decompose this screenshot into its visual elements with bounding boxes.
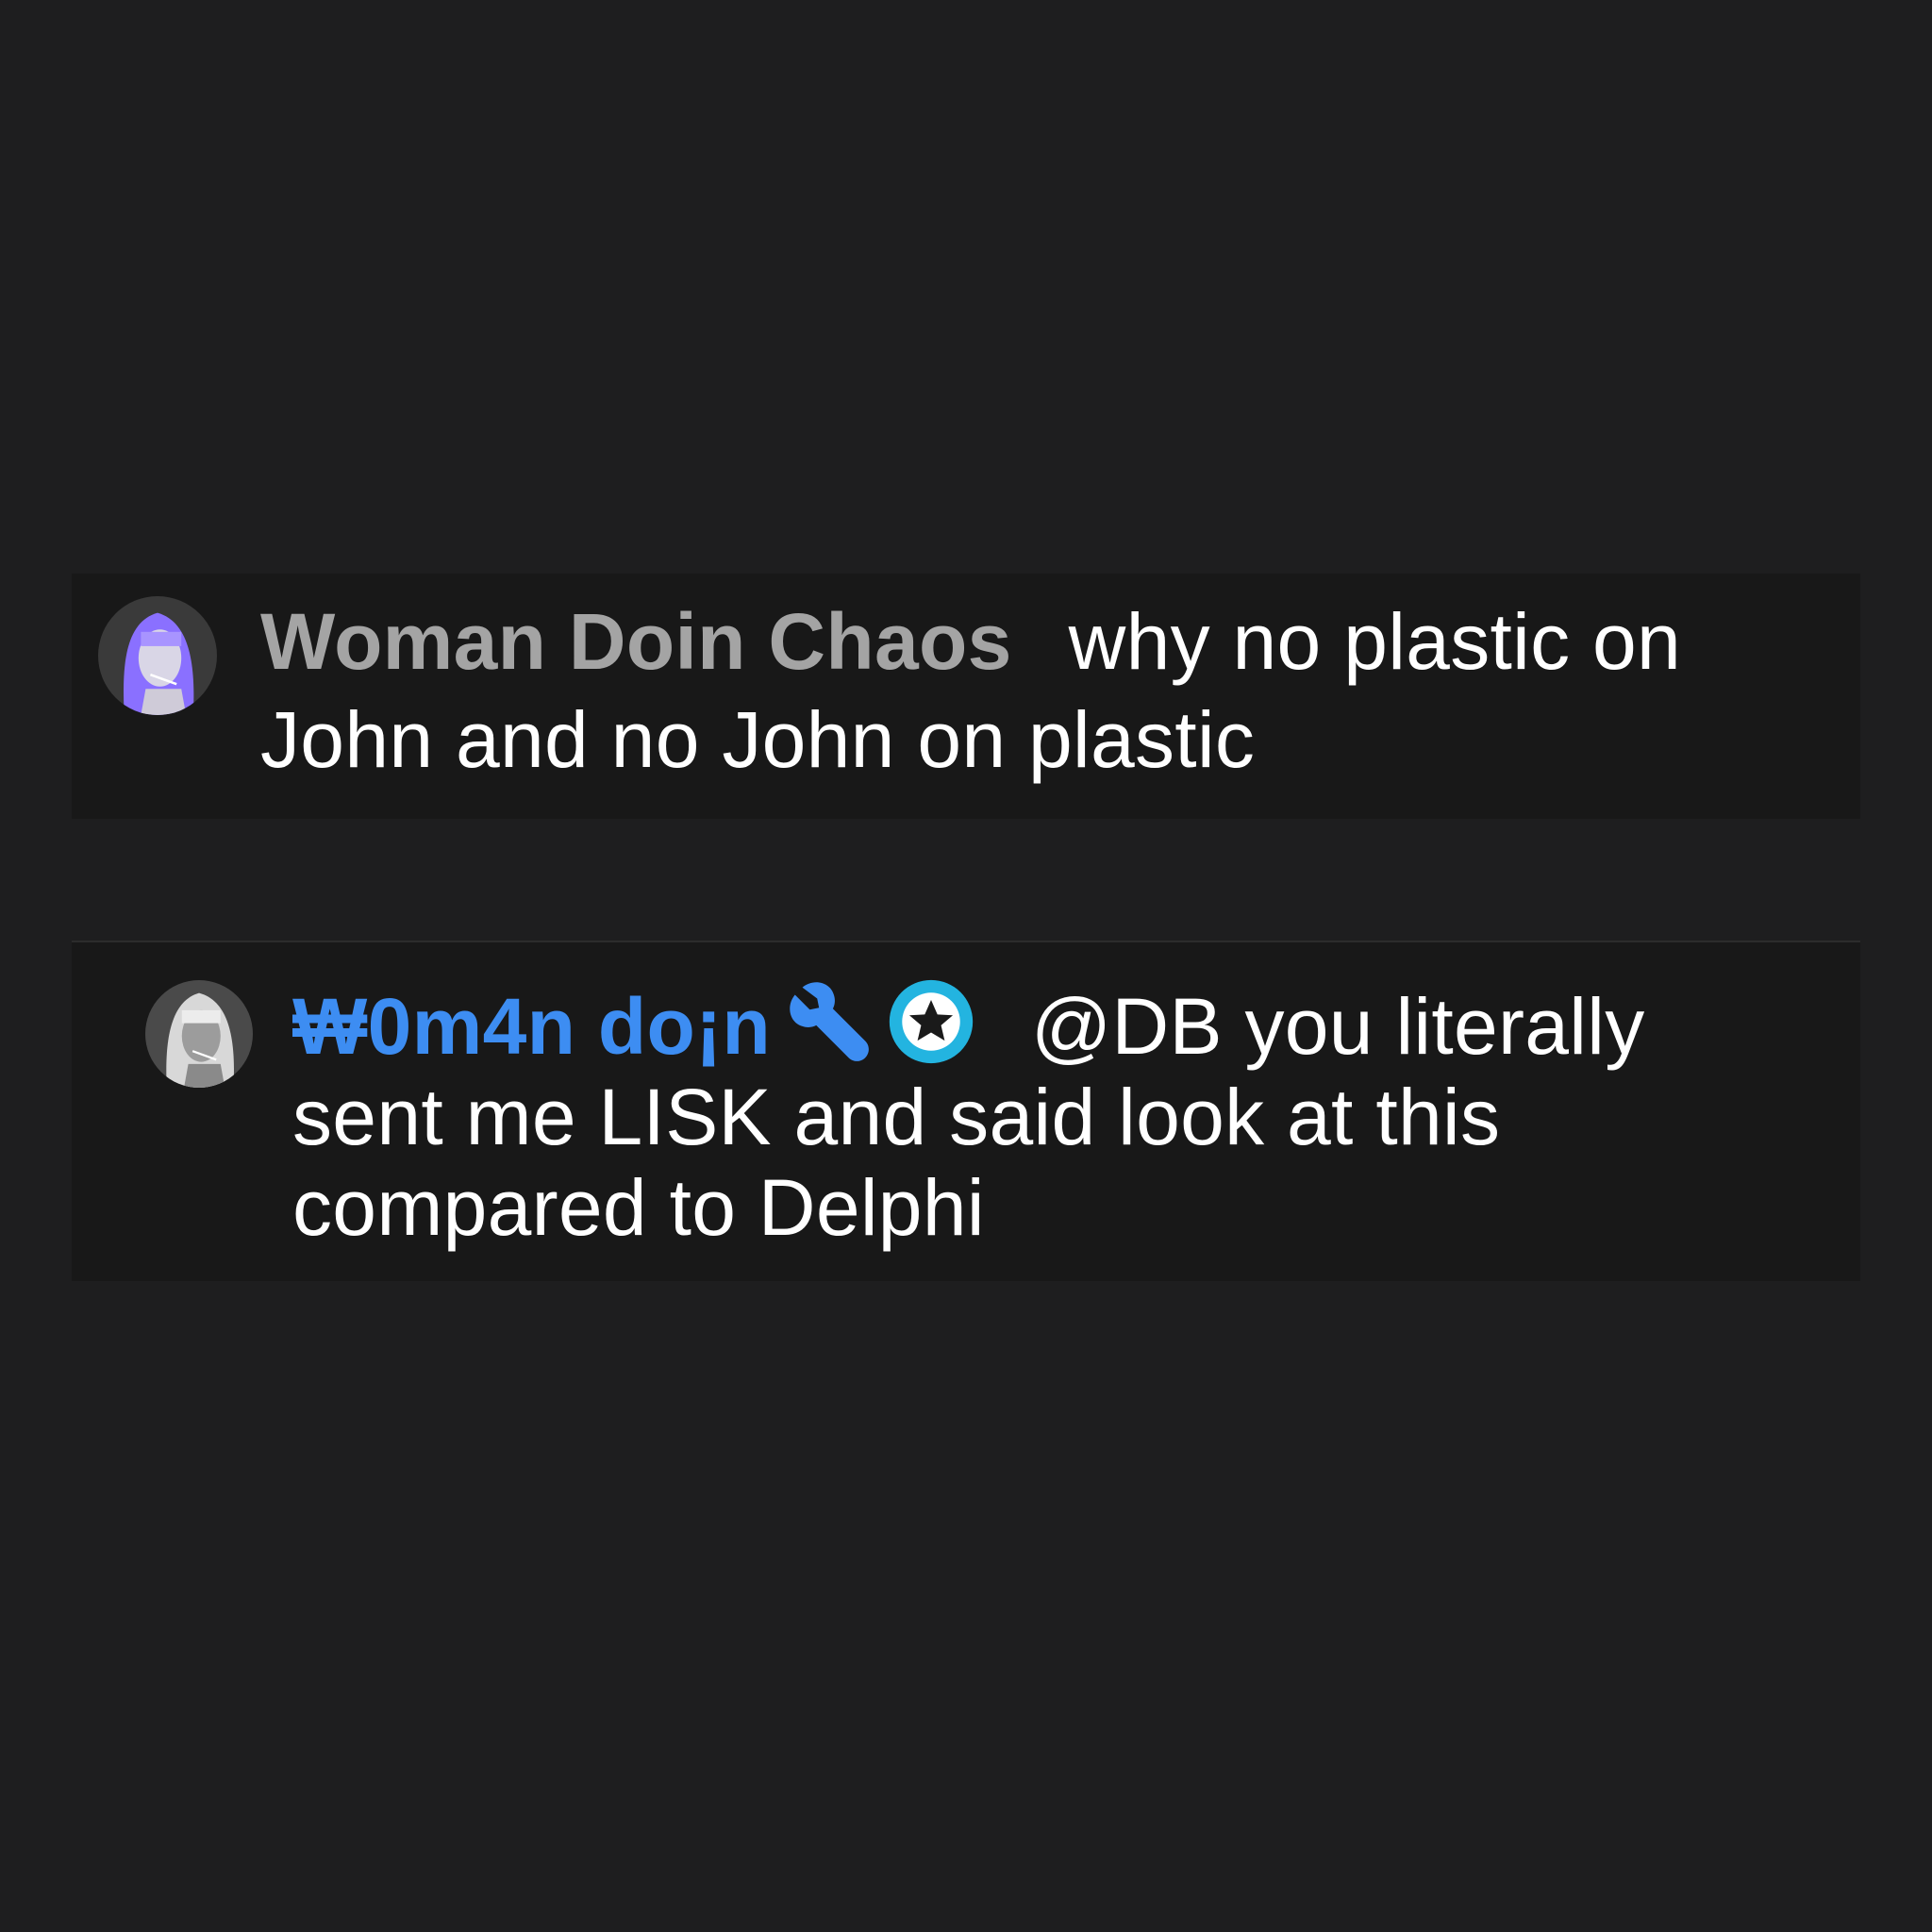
avatar-image (98, 596, 217, 715)
star-circle-icon (886, 976, 976, 1067)
comment-text-block: ₩0m4n do¡n @DB you literally sent me LIS… (292, 974, 1802, 1253)
comment-author[interactable]: Woman Doin Chaos (260, 597, 1012, 686)
comment-text-block: Woman Doin Chaos why no plastic on John a… (260, 592, 1845, 789)
avatar-image (145, 980, 253, 1088)
screenshot-page: Woman Doin Chaos why no plastic on John a… (0, 0, 1932, 1932)
avatar[interactable] (98, 596, 217, 715)
comment-item: ₩0m4n do¡n @DB you literally sent me LIS… (72, 941, 1860, 1281)
avatar[interactable] (145, 980, 253, 1088)
wrench-icon (782, 974, 874, 1067)
comment-item: Woman Doin Chaos why no plastic on John a… (72, 574, 1860, 819)
comment-author[interactable]: ₩0m4n do¡n (292, 982, 771, 1071)
